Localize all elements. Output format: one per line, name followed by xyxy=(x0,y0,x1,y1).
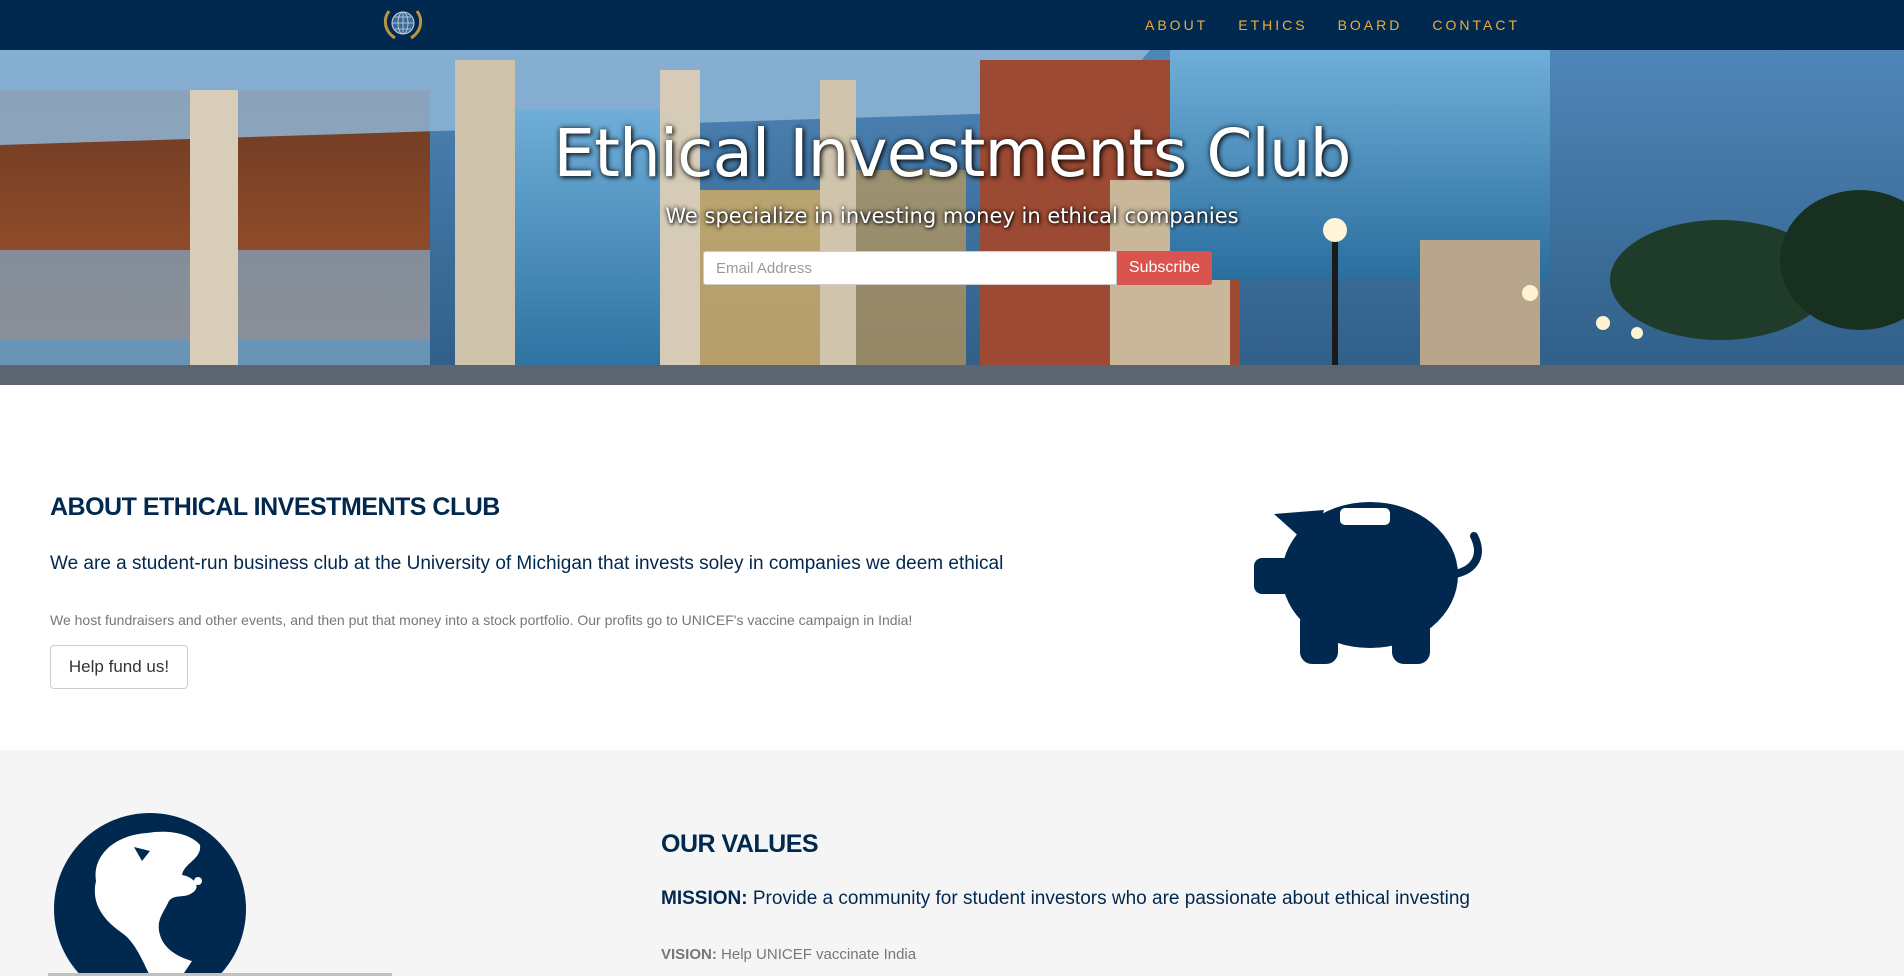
about-lead-text: We are a student-run business club at th… xyxy=(50,553,1004,574)
about-body-text: We host fundraisers and other events, an… xyxy=(50,612,913,628)
mission-label: MISSION: xyxy=(661,888,748,909)
piggy-bank-icon xyxy=(1254,502,1482,664)
hero-title: Ethical Investments Club xyxy=(553,115,1351,192)
about-section: ABOUT ETHICAL INVESTMENTS CLUB We are a … xyxy=(0,385,1904,750)
vision-statement: VISION: Help UNICEF vaccinate India xyxy=(661,946,916,963)
subscribe-form: Subscribe xyxy=(703,251,1212,285)
globe-laurel-logo-icon[interactable] xyxy=(381,7,425,41)
mission-statement: MISSION: Provide a community for student… xyxy=(661,888,1470,910)
mission-text: Provide a community for student investor… xyxy=(752,888,1470,909)
nav-board-link[interactable]: BOARD xyxy=(1338,17,1403,33)
nav-about-link[interactable]: ABOUT xyxy=(1145,17,1208,33)
nav-links: ABOUT ETHICS BOARD CONTACT xyxy=(1115,0,1520,50)
vision-text: Help UNICEF vaccinate India xyxy=(721,946,917,963)
about-title: ABOUT ETHICAL INVESTMENTS CLUB xyxy=(50,493,500,521)
hero-banner: Ethical Investments Club We specialize i… xyxy=(0,50,1904,385)
hero-subtitle: We specialize in investing money in ethi… xyxy=(665,204,1239,228)
top-navbar: ABOUT ETHICS BOARD CONTACT xyxy=(0,0,1904,50)
email-input[interactable] xyxy=(703,251,1117,285)
subscribe-button[interactable]: Subscribe xyxy=(1117,251,1212,285)
globe-icon xyxy=(54,813,246,976)
help-fund-button[interactable]: Help fund us! xyxy=(50,645,188,689)
nav-contact-link[interactable]: CONTACT xyxy=(1432,17,1520,33)
values-section: OUR VALUES MISSION: Provide a community … xyxy=(0,750,1904,976)
values-title: OUR VALUES xyxy=(661,830,819,858)
nav-ethics-link[interactable]: ETHICS xyxy=(1238,17,1307,33)
vision-label: VISION: xyxy=(661,946,717,963)
